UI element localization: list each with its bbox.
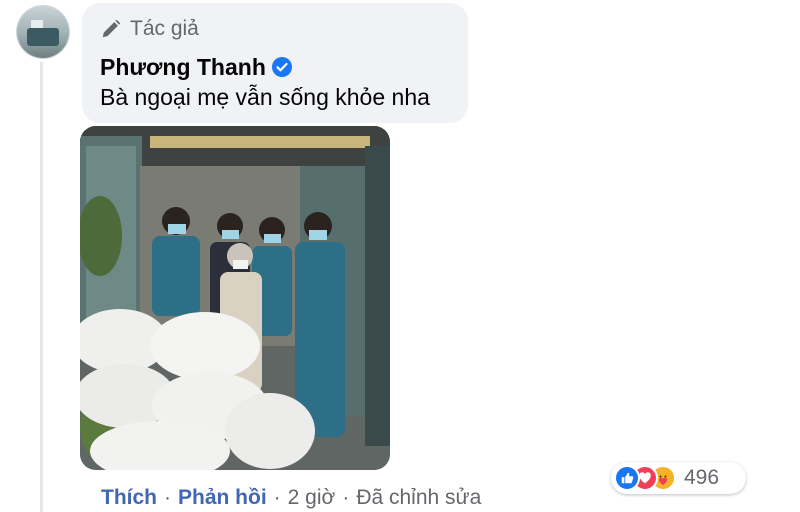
timestamp[interactable]: 2 giờ (288, 486, 336, 510)
author-name[interactable]: Phương Thanh (100, 54, 266, 81)
like-link[interactable]: Thích (101, 486, 157, 510)
edited-label[interactable]: Đã chỉnh sửa (356, 486, 481, 510)
author-badge: Tác giả (100, 16, 199, 42)
reply-link[interactable]: Phản hồi (178, 486, 267, 510)
avatar[interactable] (17, 6, 69, 58)
author-badge-label: Tác giả (130, 17, 199, 40)
comment-photo[interactable] (80, 126, 390, 470)
separator-dot: · (164, 486, 171, 509)
comment-actions: Thích · Phản hồi · 2 giờ · Đã chỉnh sửa (101, 485, 481, 511)
reactions-summary[interactable]: 496 (611, 462, 746, 494)
pencil-icon (100, 18, 122, 40)
separator-dot: · (273, 486, 281, 509)
separator-dot: · (342, 486, 350, 509)
like-icon (614, 465, 640, 491)
author-name-row[interactable]: Phương Thanh (100, 52, 292, 82)
reaction-count: 496 (684, 466, 720, 489)
verified-badge-icon (271, 57, 292, 77)
comment-text: Bà ngoại mẹ vẫn sống khỏe nha (100, 84, 430, 110)
thread-line (40, 62, 43, 512)
